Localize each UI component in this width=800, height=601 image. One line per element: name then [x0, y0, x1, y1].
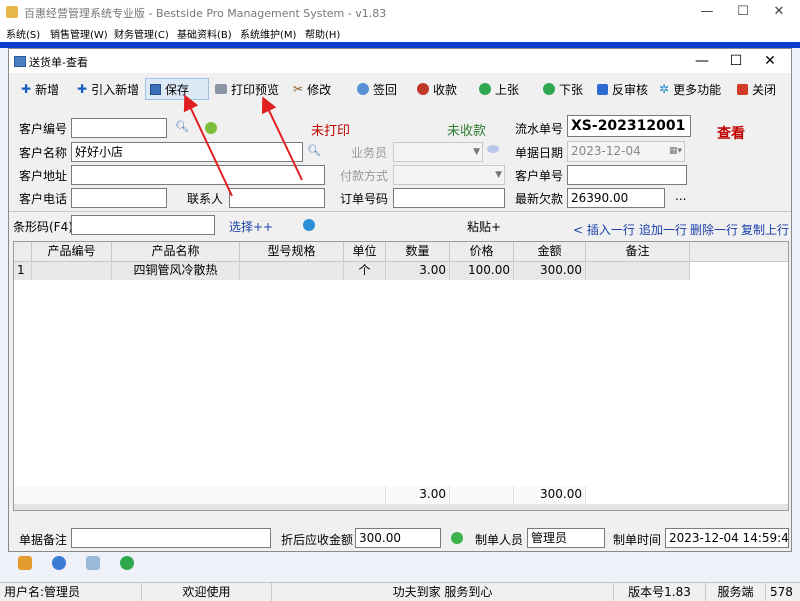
arrow-to-save — [183, 94, 233, 197]
arrow-to-print-preview — [261, 96, 303, 181]
annotation-arrows — [183, 94, 303, 197]
